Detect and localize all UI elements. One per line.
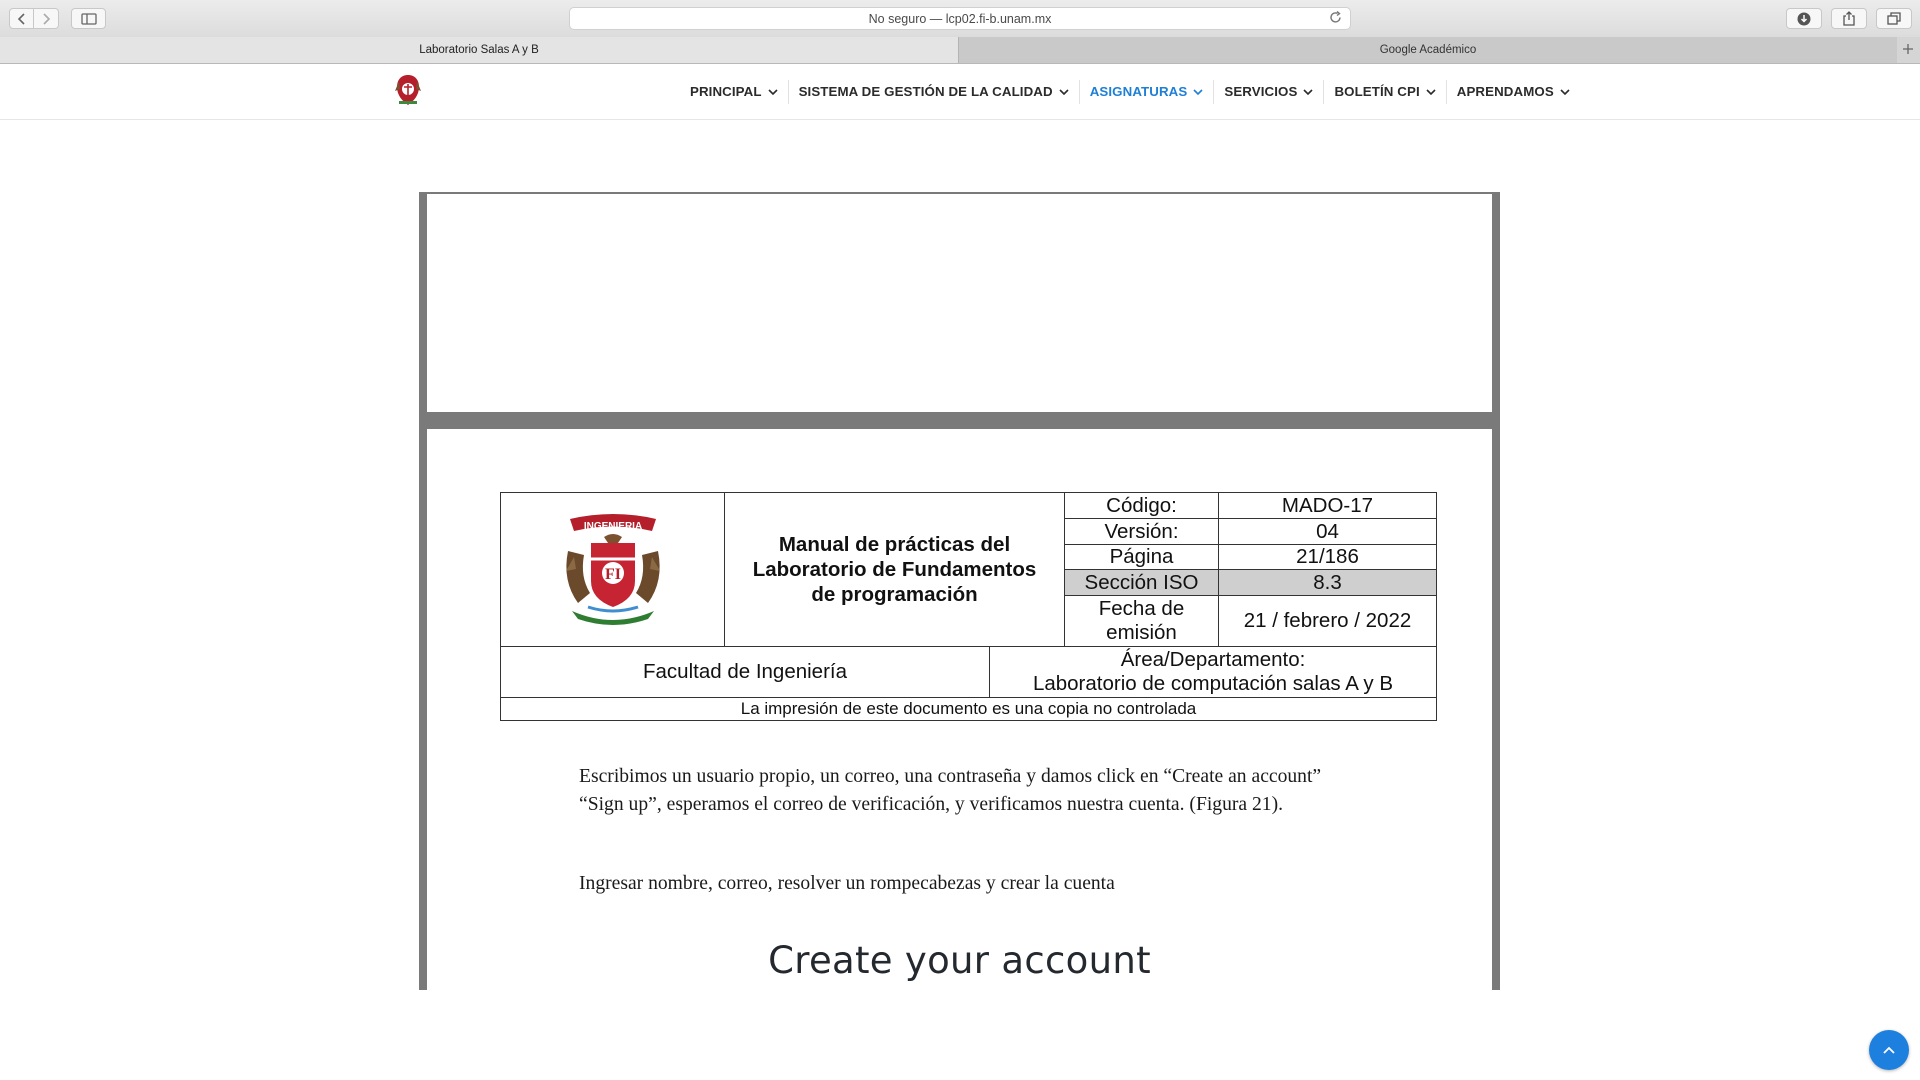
reload-icon[interactable] bbox=[1329, 10, 1342, 27]
svg-text:INGENIERIA: INGENIERIA bbox=[583, 521, 641, 532]
figure-heading: Create your account bbox=[768, 939, 1151, 982]
chevron-left-icon bbox=[17, 12, 25, 25]
version-label: Versión: bbox=[1104, 519, 1179, 543]
share-icon bbox=[1843, 11, 1855, 26]
sidebar-toggle-button[interactable] bbox=[71, 8, 106, 29]
new-tab-button[interactable] bbox=[1902, 40, 1914, 60]
nav-label: APRENDAMOS bbox=[1456, 84, 1554, 99]
tabs-icon bbox=[1887, 12, 1901, 25]
browser-toolbar: No seguro — lcp02.fi-b.unam.mx bbox=[0, 0, 1920, 38]
unam-logo[interactable] bbox=[393, 73, 423, 107]
eagle-crest-icon: INGENIERIA FI bbox=[565, 513, 660, 625]
chevron-down-icon bbox=[1303, 88, 1314, 95]
nav-label: SISTEMA DE GESTIÓN DE LA CALIDAD bbox=[798, 84, 1053, 99]
download-icon bbox=[1797, 12, 1811, 25]
pagina-label: Página bbox=[1109, 545, 1174, 568]
chevron-down-icon bbox=[1560, 88, 1570, 95]
chevron-right-icon bbox=[42, 12, 50, 25]
nav-servicios[interactable]: SERVICIOS bbox=[1214, 79, 1325, 104]
svg-text:FI: FI bbox=[605, 566, 621, 583]
tabs-overview-button[interactable] bbox=[1876, 8, 1912, 29]
codigo-value: MADO-17 bbox=[1281, 493, 1374, 517]
iso-label: Sección ISO bbox=[1065, 570, 1218, 595]
nav-aprendamos[interactable]: APRENDAMOS bbox=[1447, 80, 1580, 104]
body-paragraph-2: Ingresar nombre, correo, resolver un rom… bbox=[579, 873, 1115, 894]
nav-principal[interactable]: PRINCIPAL bbox=[680, 79, 789, 104]
scroll-to-top-button[interactable] bbox=[1869, 1030, 1909, 1070]
history-buttons bbox=[9, 8, 59, 29]
pdf-page-previous bbox=[427, 194, 1492, 412]
chevron-down-icon bbox=[1193, 88, 1203, 95]
codigo-label: Código: bbox=[1106, 493, 1177, 517]
forward-button[interactable] bbox=[34, 8, 59, 29]
fi-logo: INGENIERIA FI bbox=[501, 493, 724, 646]
nav-label: BOLETÍN CPI bbox=[1334, 84, 1420, 99]
area-value: Laboratorio de computación salas A y B bbox=[1032, 672, 1394, 695]
area-departamento: Área/Departamento: Laboratorio de comput… bbox=[990, 647, 1436, 697]
main-navigation: PRINCIPAL SISTEMA DE GESTIÓN DE LA CALID… bbox=[680, 64, 1580, 119]
nav-sistema-gestion-calidad[interactable]: SISTEMA DE GESTIÓN DE LA CALIDAD bbox=[789, 79, 1080, 104]
chevron-down-icon bbox=[768, 88, 778, 95]
tab-label: Laboratorio Salas A y B bbox=[419, 44, 539, 56]
nav-label: SERVICIOS bbox=[1224, 84, 1298, 99]
document-header-table: INGENIERIA FI Manual de prácticas del La… bbox=[500, 492, 1437, 721]
site-header: PRINCIPAL SISTEMA DE GESTIÓN DE LA CALID… bbox=[0, 64, 1920, 120]
nav-asignaturas[interactable]: ASIGNATURAS bbox=[1080, 79, 1215, 104]
tab-label: Google Académico bbox=[1379, 44, 1477, 56]
tab-google-academico[interactable]: Google Académico bbox=[958, 37, 1897, 63]
area-label: Área/Departamento: bbox=[1120, 648, 1306, 671]
chevron-down-icon bbox=[1059, 88, 1069, 95]
version-value: 04 bbox=[1316, 519, 1339, 543]
address-text: No seguro — lcp02.fi-b.unam.mx bbox=[868, 11, 1052, 26]
nav-label: ASIGNATURAS bbox=[1089, 84, 1188, 99]
crest-icon bbox=[395, 75, 421, 105]
pdf-page-current: INGENIERIA FI Manual de prácticas del La… bbox=[427, 429, 1492, 990]
facultad-name: Facultad de Ingeniería bbox=[643, 660, 847, 683]
copy-notice: La impresión de este documento es una co… bbox=[740, 699, 1197, 718]
nav-boletin-cpi[interactable]: BOLETÍN CPI bbox=[1324, 79, 1447, 104]
pagina-value: 21/186 bbox=[1296, 545, 1359, 568]
share-button[interactable] bbox=[1831, 8, 1867, 29]
body-paragraph-1: Escribimos un usuario propio, un correo,… bbox=[579, 766, 1322, 815]
document-title: Manual de prácticas del Laboratorio de F… bbox=[752, 533, 1037, 606]
chevron-up-icon bbox=[1883, 1046, 1895, 1054]
tab-bar: Laboratorio Salas A y B Google Académico bbox=[0, 37, 1920, 64]
pdf-viewer[interactable]: INGENIERIA FI Manual de prácticas del La… bbox=[419, 192, 1500, 990]
plus-icon bbox=[1903, 44, 1913, 54]
tab-laboratorio[interactable]: Laboratorio Salas A y B bbox=[0, 37, 958, 63]
iso-value: 8.3 bbox=[1219, 570, 1436, 595]
sidebar-icon bbox=[80, 12, 97, 25]
chevron-down-icon bbox=[1426, 88, 1436, 95]
address-bar[interactable]: No seguro — lcp02.fi-b.unam.mx bbox=[569, 7, 1351, 30]
downloads-button[interactable] bbox=[1786, 8, 1822, 29]
nav-label: PRINCIPAL bbox=[690, 84, 762, 99]
back-button[interactable] bbox=[9, 8, 34, 29]
fecha-label: Fecha de emisión bbox=[1098, 597, 1185, 644]
fecha-value: 21 / febrero / 2022 bbox=[1243, 609, 1412, 632]
